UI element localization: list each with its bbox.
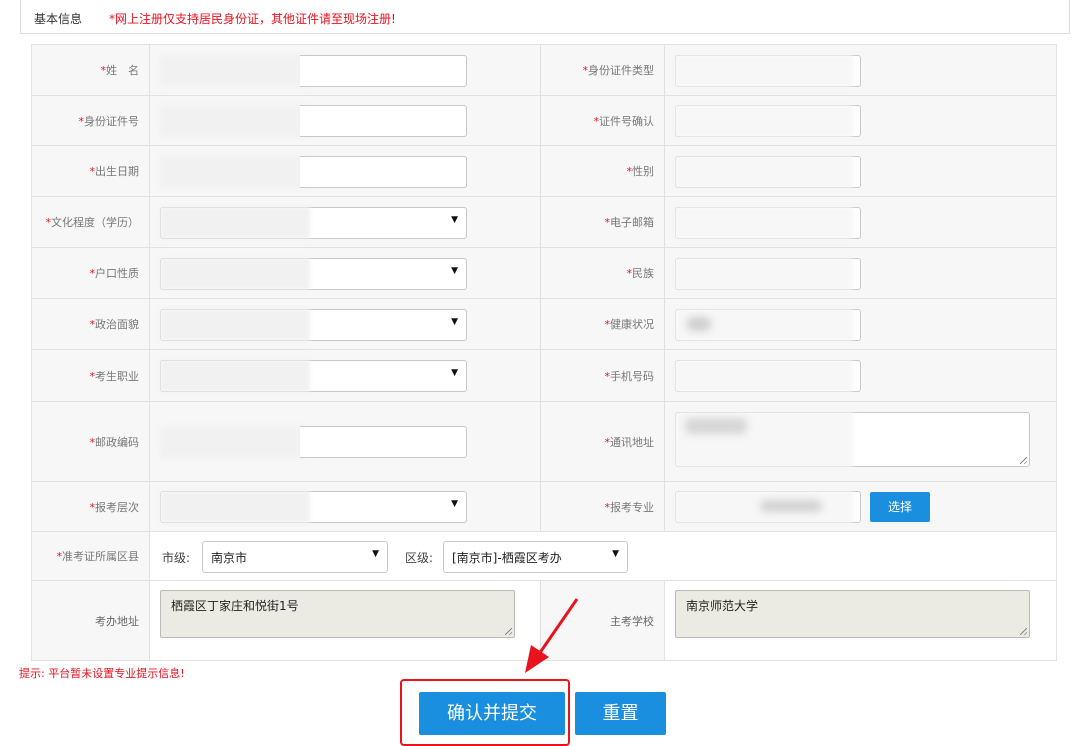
resize-grip-icon[interactable] [1020,457,1027,464]
label-id-confirm: *证件号确认 [540,95,665,146]
label-phone: *手机号码 [540,349,665,402]
submit-button[interactable]: 确认并提交 [419,692,565,735]
chevron-down-icon: ▼ [451,317,458,327]
label-id-type: *身份证件类型 [540,44,665,96]
annotation-arrow [525,598,579,673]
area-value: [南京市]-栖霞区考办 [452,551,562,565]
postcode-input[interactable] [300,426,467,458]
label-postcode: *邮政编码 [31,401,150,482]
city-label: 市级: [162,551,191,565]
chevron-down-icon: ▼ [612,549,619,559]
chevron-down-icon: ▼ [451,266,458,276]
label-level: *报考层次 [31,481,150,532]
label-name: *姓 名 [31,44,150,96]
tip-text: 提示: 平台暂未设置专业提示信息! [19,667,185,680]
city-select[interactable]: 南京市 ▼ [202,541,388,573]
chevron-down-icon: ▼ [372,549,379,559]
chevron-down-icon: ▼ [451,215,458,225]
reset-button[interactable]: 重置 [575,692,666,735]
chevron-down-icon: ▼ [451,368,458,378]
id-notice: *网上注册仅支持居民身份证，其他证件请至现场注册! [109,12,396,26]
school-textarea: 南京师范大学 [675,590,1030,638]
name-input[interactable] [300,55,467,87]
city-value: 南京市 [211,551,248,565]
label-address: *通讯地址 [540,401,665,482]
area-select[interactable]: [南京市]-栖霞区考办 ▼ [443,541,628,573]
label-hukou: *户口性质 [31,247,150,299]
resize-grip-icon [505,628,512,635]
label-occupation: *考生职业 [31,349,150,402]
choose-major-button[interactable]: 选择 [870,492,930,522]
id-number-input[interactable] [300,105,467,137]
office-address-textarea: 栖霞区丁家庄和悦街1号 [160,590,515,638]
label-health: *健康状况 [540,298,665,350]
label-birth: *出生日期 [31,145,150,197]
label-politics: *政治面貌 [31,298,150,350]
label-gender: *性别 [540,145,665,197]
chevron-down-icon: ▼ [451,499,458,509]
label-district: *准考证所属区县 [31,531,150,581]
label-email: *电子邮箱 [540,196,665,248]
label-major: *报考专业 [540,481,665,532]
area-label: 区级: [405,551,434,565]
registration-form: *姓 名 *身份证件类型 *身份证件号 *证件号确认 *出生日期 *性别 *文化… [31,44,1057,661]
label-id-number: *身份证件号 [31,95,150,146]
label-ethnicity: *民族 [540,247,665,299]
resize-grip-icon [1020,628,1027,635]
label-office-address: 考办地址 [31,580,150,661]
label-education: *文化程度（学历） [31,196,150,248]
section-title: 基本信息 [34,12,83,26]
birth-input[interactable] [300,156,467,188]
